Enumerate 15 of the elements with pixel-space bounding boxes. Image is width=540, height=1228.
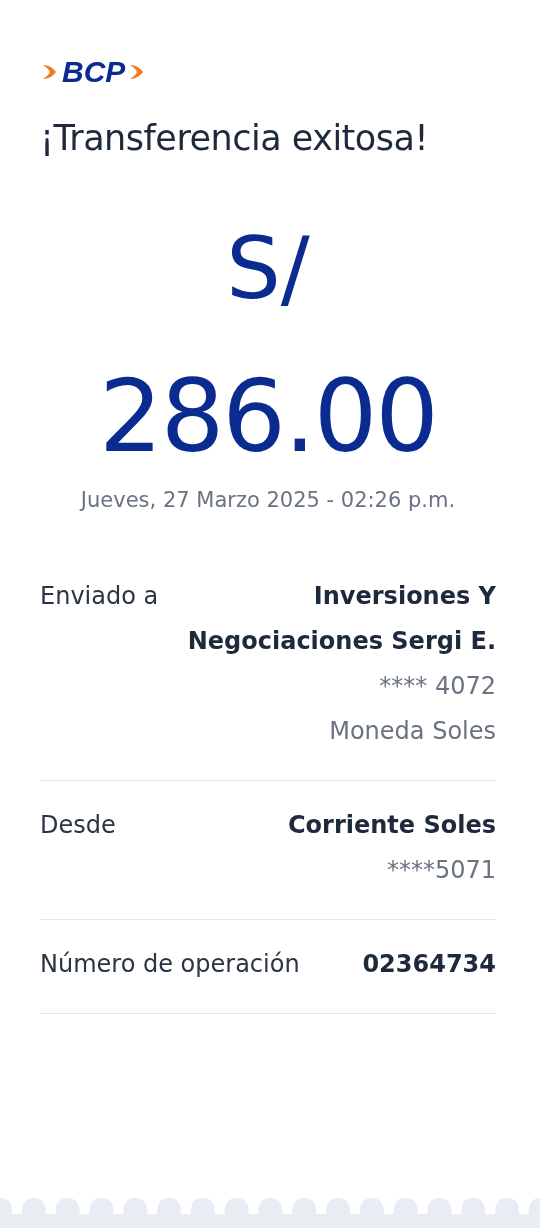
currency-symbol: S/ <box>225 218 311 318</box>
bank-logo: BCP <box>40 54 496 90</box>
amount-value: 286.00 <box>98 362 438 472</box>
detail-label: Número de operación <box>40 949 300 980</box>
detail-value: ****5071 <box>386 855 496 886</box>
detail-value: **** 4072 <box>379 671 496 702</box>
detail-label: Enviado a <box>40 581 159 612</box>
detail-value: Moneda Soles <box>329 716 496 747</box>
detail-value: Inversiones Y <box>313 581 496 612</box>
transfer-date: Jueves, 27 Marzo 2025 - 02:26 p.m. <box>78 488 457 512</box>
detail-value: Corriente Soles <box>287 810 496 841</box>
success-title: ¡Transferencia exitosa! <box>40 118 429 158</box>
detail-value: Negociaciones Sergi E. <box>187 626 496 657</box>
detail-label: Desde <box>40 810 116 841</box>
detail-value: 02364734 <box>362 949 496 980</box>
